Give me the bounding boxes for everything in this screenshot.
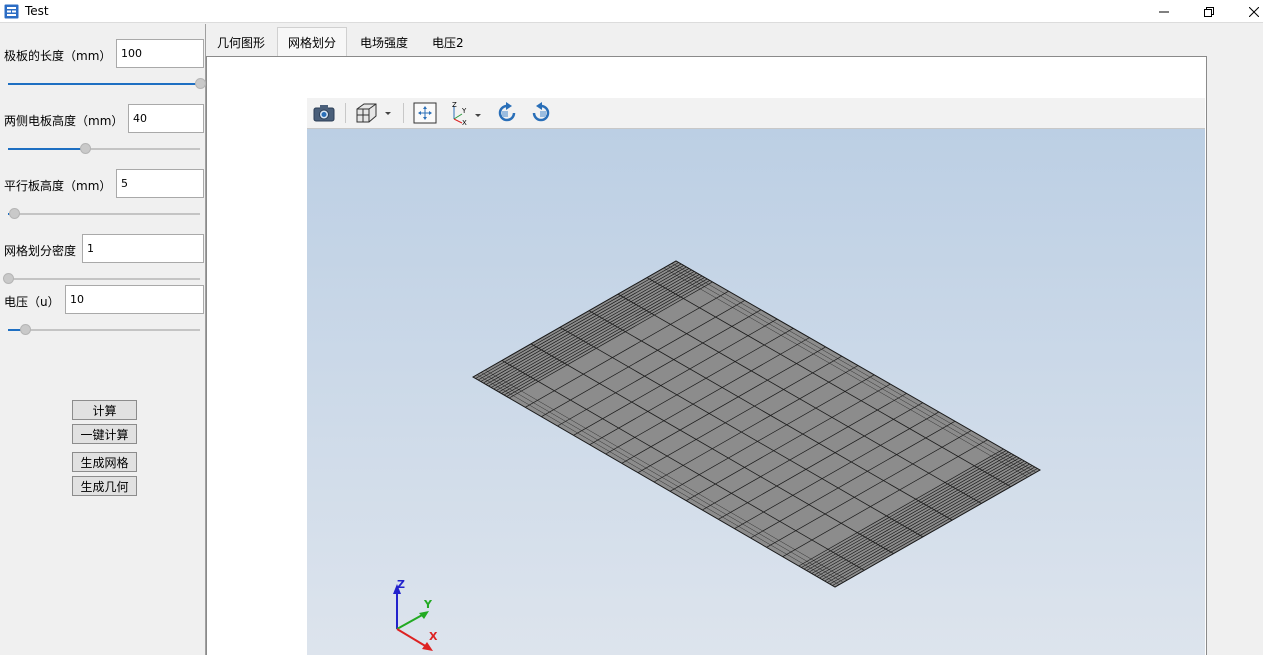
x-axis-label: X [429, 630, 438, 643]
voltage-slider[interactable] [8, 324, 200, 336]
mesh-density-slider[interactable] [3, 273, 200, 285]
tab-mesh[interactable]: 网格划分 [277, 27, 348, 58]
x-axis-line [396, 628, 428, 648]
minimize-icon [1159, 11, 1169, 12]
generate-geometry-button[interactable]: 生成几何 [72, 476, 137, 496]
mesh-plate [471, 260, 1042, 588]
3d-viewport[interactable]: Z Y X [307, 129, 1205, 655]
parallel-plate-height-input[interactable]: 5 [116, 169, 204, 198]
restore-button[interactable] [1186, 0, 1232, 23]
title-bar: Test [0, 0, 1263, 23]
tab-electric-field[interactable]: 电场强度 [350, 29, 418, 57]
y-axis-label: Y [423, 598, 433, 611]
side-plate-height-input[interactable]: 40 [128, 104, 204, 133]
mesh-density-input[interactable]: 1 [82, 234, 204, 263]
slider-thumb[interactable] [20, 324, 32, 335]
3d-viewer: Z Y X Z Y X [307, 98, 1205, 655]
view-cube-icon [356, 103, 391, 123]
parallel-plate-height-slider[interactable] [8, 208, 200, 220]
camera-icon [313, 105, 335, 122]
y-axis-line [396, 613, 425, 630]
tab-bar: 几何图形 网格划分 电场强度 电压2 [207, 24, 1263, 58]
axis-triad: Z Y X [393, 578, 438, 651]
slider-thumb[interactable] [195, 78, 206, 89]
rotate-right-button[interactable] [527, 100, 555, 126]
plate-length-input[interactable]: 100 [116, 39, 204, 68]
restore-icon [1204, 6, 1214, 17]
side-plate-height-slider[interactable] [8, 143, 200, 155]
mesh-density-label: 网格划分密度 [4, 244, 77, 258]
close-icon [1249, 6, 1259, 17]
toolbar-separator [403, 103, 404, 123]
axes-orientation-dropdown[interactable]: Z Y X [447, 100, 487, 126]
mesh-canvas[interactable]: Z Y X [307, 129, 1205, 655]
slider-thumb[interactable] [79, 143, 91, 154]
window-title: Test [25, 4, 49, 18]
x-axis-arrow [422, 642, 433, 651]
one-click-calc-button[interactable]: 一键计算 [72, 424, 137, 444]
screenshot-button[interactable] [310, 100, 338, 126]
view-cube-dropdown[interactable] [353, 100, 395, 126]
fit-all-button[interactable] [411, 100, 439, 126]
toolbar-separator [345, 103, 346, 123]
side-plate-height-label: 两侧电板高度（mm） [4, 114, 124, 128]
voltage-input[interactable]: 10 [65, 285, 204, 314]
close-button[interactable] [1231, 0, 1263, 23]
app-icon [4, 4, 19, 19]
fit-all-icon [413, 102, 437, 124]
generate-mesh-button[interactable]: 生成网格 [72, 452, 137, 472]
voltage-label: 电压（u） [4, 295, 60, 309]
parallel-plate-height-label: 平行板高度（mm） [4, 179, 112, 193]
minimize-button[interactable] [1141, 0, 1187, 23]
rotate-left-button[interactable] [493, 100, 521, 126]
svg-text:X: X [462, 119, 467, 125]
z-axis-label: Z [397, 578, 405, 591]
svg-text:Y: Y [461, 107, 467, 115]
mesh-surface [471, 260, 1042, 588]
calc-button[interactable]: 计算 [72, 400, 137, 420]
tab-geometry[interactable]: 几何图形 [207, 29, 275, 57]
plate-length-slider[interactable] [8, 78, 206, 90]
slider-thumb[interactable] [8, 208, 20, 219]
rotate-right-icon [532, 102, 550, 122]
rotate-left-icon [498, 102, 516, 122]
parameter-panel: 极板的长度（mm） 100 两侧电板高度（mm） 40 平行板高度（mm） 5 … [0, 24, 206, 655]
viewer-toolbar: Z Y X [307, 98, 1205, 129]
axes-orientation-icon: Z Y X [452, 101, 481, 125]
slider-thumb[interactable] [3, 273, 14, 284]
tab-voltage2[interactable]: 电压2 [422, 29, 474, 57]
svg-text:Z: Z [452, 101, 457, 109]
plate-length-label: 极板的长度（mm） [4, 49, 112, 63]
